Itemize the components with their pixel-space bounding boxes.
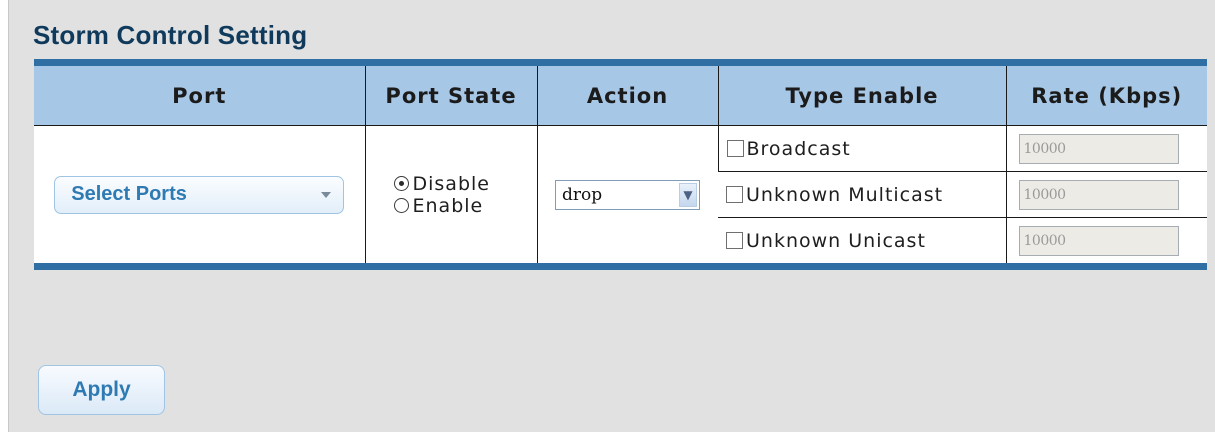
apply-button[interactable]: Apply — [38, 365, 165, 415]
select-ports-dropdown[interactable]: Select Ports — [54, 175, 345, 214]
rate-cell-broadcast: 10000 — [1005, 125, 1207, 172]
unknown-multicast-checkbox[interactable] — [726, 186, 743, 203]
broadcast-checkbox[interactable] — [726, 140, 744, 157]
port-cell: Select Ports — [34, 126, 365, 267]
type-cell-broadcast: Broadcast — [717, 125, 1006, 172]
unknown-unicast-checkbox-row[interactable]: Unknown Unicast — [718, 230, 1006, 252]
rate-cell-unknown-unicast: 10000 — [1005, 217, 1207, 267]
unknown-multicast-checkbox-row[interactable]: Unknown Multicast — [718, 184, 1006, 206]
header-rate: Rate (Kbps) — [1005, 62, 1207, 126]
storm-control-table: Port Port State Action Type Enable Rate … — [34, 59, 1207, 270]
storm-control-panel: Storm Control Setting Port Port State Ac… — [8, 0, 1215, 432]
radio-disable[interactable]: Disable — [393, 172, 490, 195]
action-select[interactable]: drop ▼ — [555, 179, 700, 210]
broadcast-rate-input[interactable]: 10000 — [1018, 133, 1179, 164]
action-selected-value: drop — [562, 184, 603, 205]
port-state-radio-group: Disable Enable — [366, 173, 537, 217]
port-state-cell: Disable Enable — [364, 125, 537, 267]
header-action: Action — [536, 62, 718, 126]
unknown-unicast-checkbox[interactable] — [726, 232, 743, 249]
broadcast-label: Broadcast — [746, 137, 851, 160]
radio-disable-label: Disable — [412, 172, 490, 195]
broadcast-checkbox-row[interactable]: Broadcast — [719, 138, 1006, 160]
radio-disable-button[interactable] — [393, 176, 409, 191]
caret-down-icon — [321, 191, 332, 198]
unknown-multicast-rate-input[interactable]: 10000 — [1018, 179, 1179, 210]
header-type-enable: Type Enable — [717, 62, 1006, 126]
header-port: Port — [34, 62, 365, 126]
type-cell-unknown-multicast: Unknown Multicast — [718, 171, 1006, 218]
table-header-row: Port Port State Action Type Enable Rate … — [34, 62, 1207, 126]
table-row: Select Ports Disable Enable drop ▼ Broad… — [34, 125, 1207, 267]
header-port-state: Port State — [364, 62, 537, 126]
type-cell-unknown-unicast: Unknown Unicast — [718, 218, 1006, 267]
radio-enable[interactable]: Enable — [393, 194, 484, 217]
unknown-unicast-label: Unknown Unicast — [746, 229, 926, 252]
chevron-down-icon[interactable]: ▼ — [679, 182, 697, 207]
action-cell: drop ▼ — [536, 125, 718, 267]
rate-cell-unknown-multicast: 10000 — [1005, 171, 1207, 218]
radio-enable-label: Enable — [412, 194, 484, 217]
select-ports-label: Select Ports — [71, 183, 187, 205]
radio-enable-button[interactable] — [393, 198, 409, 213]
unknown-unicast-rate-input[interactable]: 10000 — [1018, 225, 1179, 256]
section-title: Storm Control Setting — [33, 20, 308, 50]
unknown-multicast-label: Unknown Multicast — [746, 183, 944, 206]
